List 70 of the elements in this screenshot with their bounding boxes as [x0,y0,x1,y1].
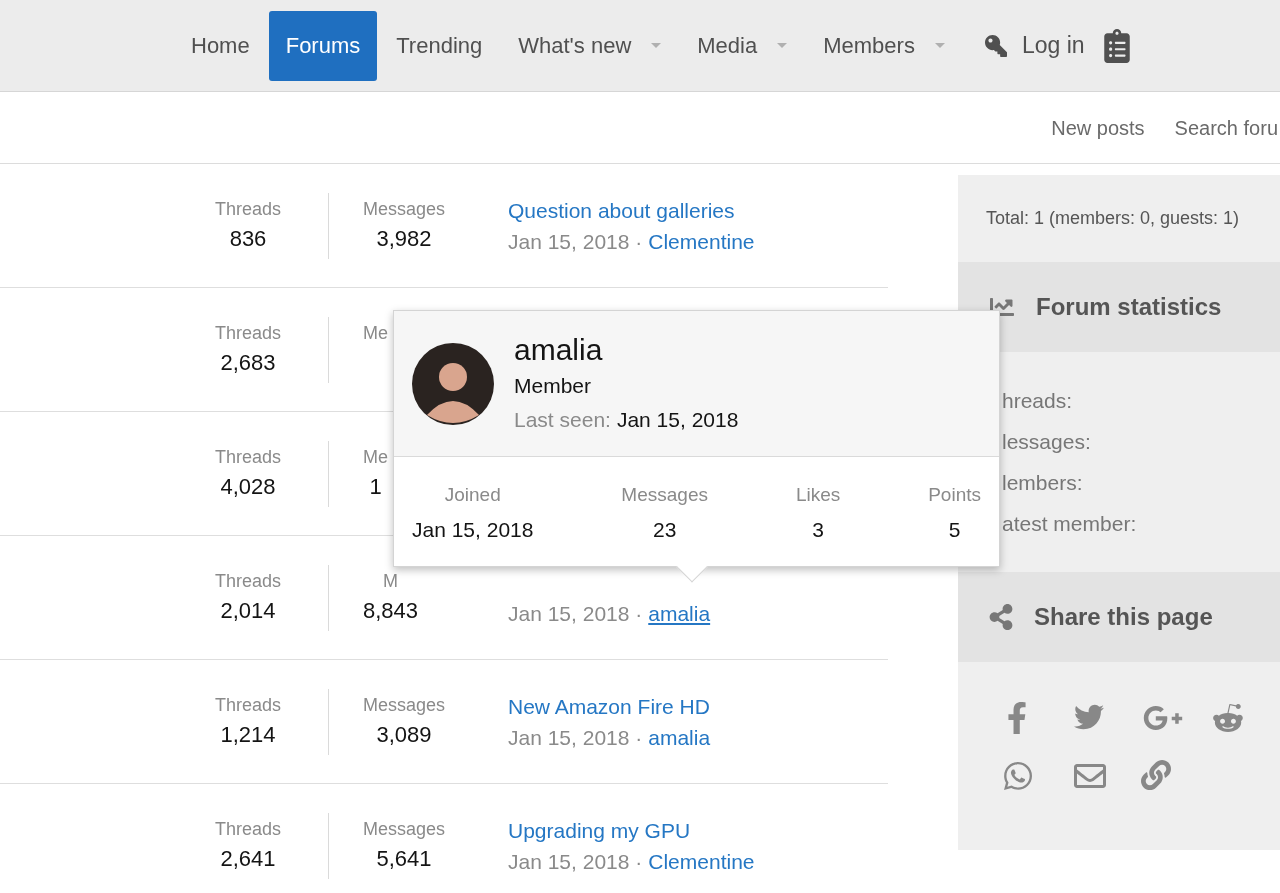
online-total: Total: 1 (members: 0, guests: 1) [986,207,1240,230]
nav-tab[interactable]: Media [680,10,805,81]
stat-label: Messages [621,483,708,507]
stat-label: Me [363,445,388,469]
stat-label: Points [928,483,981,507]
post-date: Jan 15, 2018 · [508,724,643,751]
stat-label: Me [363,321,388,345]
reddit-icon[interactable] [1210,702,1245,734]
caret-icon [934,43,945,48]
stat-label: Joined [444,483,501,507]
stat-label: Messages [363,817,446,841]
nav-tab[interactable]: Home [174,10,267,81]
stat-label: Threads [214,693,281,717]
post-date: Jan 15, 2018 · [508,848,643,875]
stat-label: Messages [363,693,446,717]
stat-label: Threads [214,321,281,345]
stat-label: Messages [363,197,446,221]
stat-label: Likes [795,483,841,507]
stat-value: 3,089 [376,720,432,749]
stat-value: 8,843 [363,596,419,625]
user-link[interactable]: amalia [648,721,711,754]
stat-value: 2,641 [220,844,276,873]
thread-link[interactable]: Upgrading my GPU [508,815,755,846]
whatsapp-icon[interactable] [1002,760,1034,792]
member-name: amalia [514,331,604,368]
statistic-label: hreads: [1002,388,1074,414]
login-link[interactable]: Log in [977,28,1085,63]
stat-value: 3,982 [376,224,432,253]
section-title: Share this page [1034,602,1213,632]
post-date: Jan 15, 2018 · [508,228,643,255]
stat-value: 4,028 [220,472,276,501]
nav-tab[interactable]: Forums [268,10,378,81]
nav-tab[interactable]: Trending [379,10,500,81]
stat-label: Threads [214,817,281,841]
thread-link[interactable]: New Amazon Fire HD [508,691,711,722]
statistic-label: lessages: [1002,429,1092,455]
caret-icon [651,43,662,48]
statistic-label: lembers: [1002,470,1084,496]
user-link[interactable]: Clementine [648,845,755,878]
stat-label: M [383,569,399,593]
stat-value: 23 [653,517,677,543]
stat-value: 1 [369,472,382,501]
stat-value: 3 [812,517,824,543]
subnav-link[interactable]: Search foru [1174,112,1278,143]
stat-value: 1,214 [220,720,276,749]
member-title: Member [514,372,593,399]
user-link[interactable]: Clementine [648,225,755,258]
stat-value: 5,641 [376,844,432,873]
nav-tab[interactable]: Members [806,10,962,81]
thread-link[interactable]: Question about galleries [508,195,755,226]
stat-value: 2,014 [220,596,276,625]
section-title: Forum statistics [1036,292,1222,322]
share-icon [988,604,1014,630]
user-link[interactable]: amalia [648,597,711,630]
caret-icon [777,43,788,48]
twitter-icon[interactable] [1071,702,1106,732]
stat-value: Jan 15, 2018 [412,517,534,543]
statistic-label: atest member: [1002,511,1138,537]
stat-value: 2,683 [220,348,276,377]
link-icon[interactable] [1141,760,1171,790]
post-date: Jan 15, 2018 · [508,600,643,627]
last-seen-date: Jan 15, 2018 [616,406,739,433]
stat-label: Threads [214,197,281,221]
stat-label: Threads [214,569,281,593]
stat-value: 836 [229,224,267,253]
last-seen-label: Last seen: [514,406,611,433]
nav-tab[interactable]: What's new [501,10,679,81]
subnav-link[interactable]: New posts [1051,112,1145,143]
stat-value: 5 [948,517,961,543]
stat-label: Threads [214,445,281,469]
